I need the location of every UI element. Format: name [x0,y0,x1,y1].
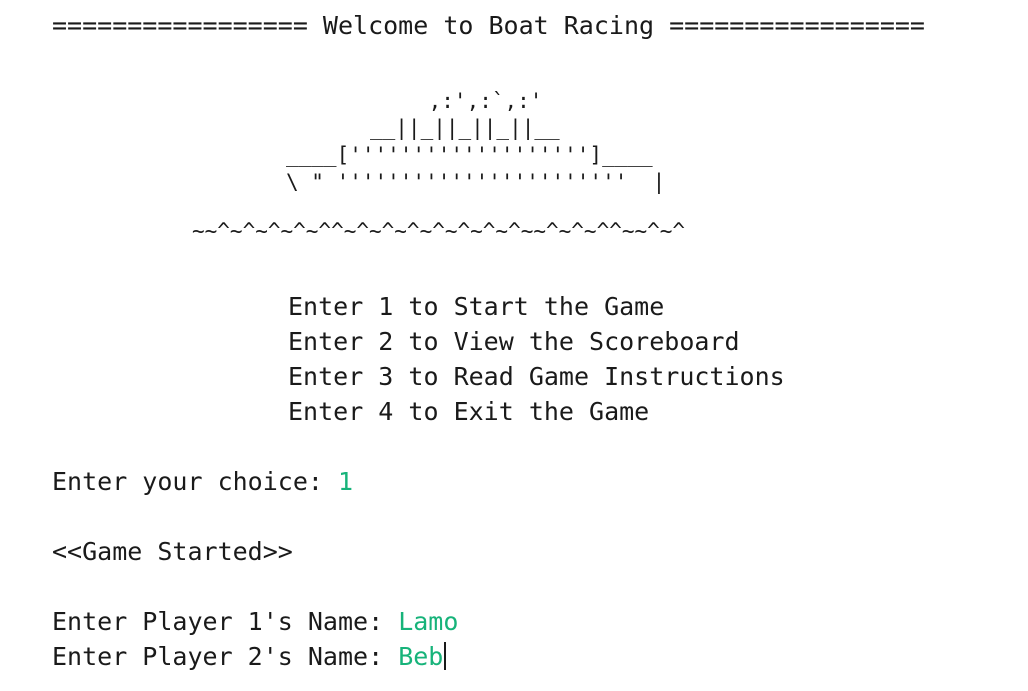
console-output[interactable]: ================= Welcome to Boat Racing… [0,0,1028,691]
choice-line: Enter your choice: 1 [52,464,353,499]
choice-prompt: Enter your choice: [52,467,338,496]
boat-art-line-4: \ " ''''''''''''''''''''''' | [286,170,666,194]
menu-option-exit: Enter 4 to Exit the Game [288,397,650,426]
player-1-name-value: Lamo [398,607,459,636]
player-2-name-input[interactable]: Beb [398,642,443,671]
welcome-banner: ================= Welcome to Boat Racing… [52,11,925,40]
boat-art-line-2: __||_||_||_||__ [370,116,560,140]
text-cursor [444,642,447,670]
player-1-line: Enter Player 1's Name: Lamo [52,604,458,639]
player-2-prompt: Enter Player 2's Name: [52,642,399,671]
game-status: <<Game Started>> [52,537,293,566]
water-waves: ~~^~^~^~^~^^~^~^~^~^~^~^~^~~^~^~^^~~^~^ [192,219,686,243]
menu-option-instructions: Enter 3 to Read Game Instructions [288,362,785,391]
boat-art-line-1: ,:',:`,:' [416,89,543,113]
menu-option-start: Enter 1 to Start the Game [288,292,665,321]
boat-art-line-3: ____[''''''''''''''''''']____ [286,143,653,167]
player-2-line[interactable]: Enter Player 2's Name: Beb [52,639,447,674]
player-1-prompt: Enter Player 1's Name: [52,607,399,636]
choice-input-value: 1 [337,467,354,496]
menu-option-scoreboard: Enter 2 to View the Scoreboard [288,327,740,356]
